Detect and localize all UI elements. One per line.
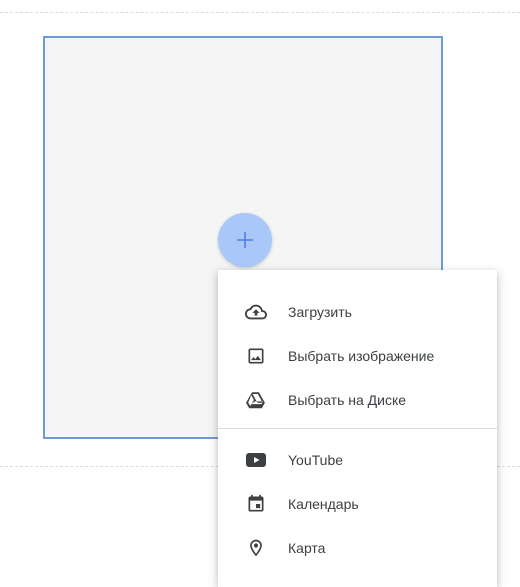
menu-item-label: Календарь	[288, 496, 359, 512]
menu-item-calendar[interactable]: Календарь	[218, 482, 497, 526]
drive-icon	[245, 389, 267, 411]
add-content-button[interactable]	[218, 213, 272, 267]
youtube-icon	[245, 449, 267, 471]
section-divider-top	[0, 12, 520, 13]
embed-group: YouTube Календарь Карта	[218, 438, 497, 570]
menu-item-label: YouTube	[288, 452, 344, 468]
menu-item-label: Карта	[288, 540, 326, 556]
insert-menu: Загрузить Выбрать изображение Выбрать на…	[218, 270, 497, 587]
image-icon	[245, 345, 267, 367]
menu-item-label: Выбрать на Диске	[288, 392, 407, 408]
calendar-icon	[245, 493, 267, 515]
menu-item-upload[interactable]: Загрузить	[218, 290, 497, 334]
cloud-upload-icon	[245, 301, 267, 323]
menu-item-label: Загрузить	[288, 304, 352, 320]
plus-icon	[235, 230, 255, 250]
menu-item-label: Выбрать изображение	[288, 348, 435, 364]
menu-item-choose-from-drive[interactable]: Выбрать на Диске	[218, 378, 497, 422]
map-pin-icon	[245, 537, 267, 559]
menu-item-choose-image[interactable]: Выбрать изображение	[218, 334, 497, 378]
menu-item-map[interactable]: Карта	[218, 526, 497, 570]
menu-item-youtube[interactable]: YouTube	[218, 438, 497, 482]
upload-group: Загрузить Выбрать изображение Выбрать на…	[218, 290, 497, 422]
page-canvas: Загрузить Выбрать изображение Выбрать на…	[0, 0, 520, 587]
menu-divider	[218, 428, 497, 429]
